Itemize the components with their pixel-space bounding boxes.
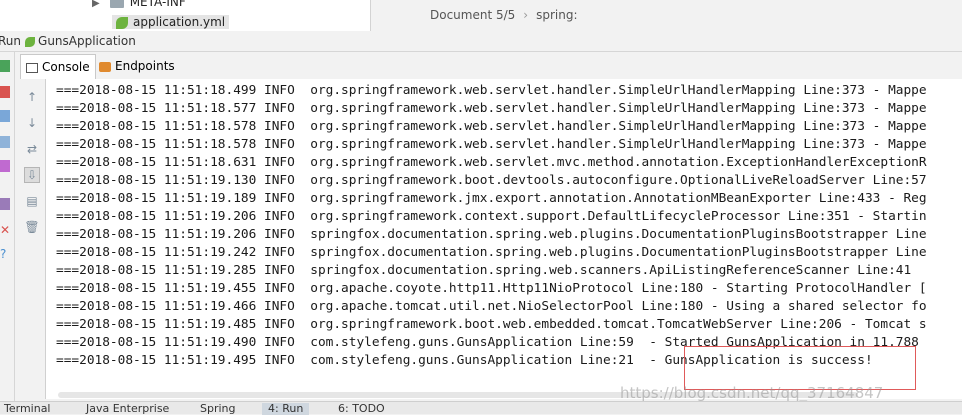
breadcrumb-item[interactable]: spring: bbox=[536, 8, 577, 22]
log-line: ===2018-08-15 11:51:19.206 INFO springfo… bbox=[56, 227, 927, 242]
spring-boot-icon bbox=[25, 36, 36, 47]
run-actions-toolbar: ✕ ? bbox=[0, 52, 15, 413]
tab-console[interactable]: Console bbox=[20, 54, 96, 79]
scroll-to-end-icon[interactable]: ⇩ bbox=[24, 167, 40, 183]
tool-tab-spring[interactable]: Spring bbox=[200, 403, 236, 415]
project-tree: ▶ META-INF application.yml bbox=[0, 0, 371, 31]
log-line: ===2018-08-15 11:51:19.455 INFO org.apac… bbox=[56, 281, 927, 296]
restore-layout-icon[interactable] bbox=[0, 110, 10, 122]
log-line: ===2018-08-15 11:51:18.578 INFO org.spri… bbox=[56, 137, 927, 152]
document-position: Document 5/5 bbox=[430, 8, 516, 22]
clear-all-icon[interactable]: 🗑 bbox=[24, 219, 40, 235]
run-label: Run bbox=[0, 34, 22, 48]
tab-endpoints[interactable]: Endpoints bbox=[94, 54, 180, 78]
scroll-down-icon[interactable]: ↓ bbox=[24, 115, 40, 131]
console-toolbar: ↑ ↓ ⇄ ⇩ ▤ 🗑 bbox=[19, 79, 46, 399]
close-icon[interactable]: ✕ bbox=[0, 224, 10, 236]
run-config-name[interactable]: GunsApplication bbox=[38, 34, 136, 48]
watermark: https://blog.csdn.net/qq_37164847 bbox=[620, 384, 884, 402]
tool-tab-run[interactable]: 4: Run bbox=[262, 403, 310, 415]
log-line: ===2018-08-15 11:51:18.499 INFO org.spri… bbox=[56, 83, 927, 98]
breadcrumb-separator-icon: › bbox=[523, 8, 529, 22]
top-strip: ▶ META-INF application.yml Document 5/5 › s… bbox=[0, 0, 962, 32]
editor-breadcrumb: Document 5/5 › spring: bbox=[430, 0, 578, 31]
spring-leaf-icon bbox=[116, 16, 128, 29]
log-line: ===2018-08-15 11:51:19.485 INFO org.spri… bbox=[56, 317, 927, 332]
expand-arrow-icon[interactable]: ▶ bbox=[92, 0, 100, 9]
tool-tab-java-enterprise[interactable]: Java Enterprise bbox=[86, 403, 169, 415]
log-line: ===2018-08-15 11:51:19.285 INFO springfo… bbox=[56, 263, 912, 278]
settings-icon[interactable] bbox=[0, 198, 10, 210]
scroll-up-icon[interactable]: ↑ bbox=[24, 89, 40, 105]
log-line: ===2018-08-15 11:51:19.206 INFO org.spri… bbox=[56, 209, 927, 224]
rerun-icon[interactable] bbox=[0, 60, 10, 72]
tree-item-meta-inf[interactable]: ▶ META-INF bbox=[92, 0, 186, 9]
log-line: ===2018-08-15 11:51:19.130 INFO org.spri… bbox=[56, 173, 927, 188]
endpoints-icon bbox=[99, 61, 111, 72]
log-line: ===2018-08-15 11:51:19.189 INFO org.spri… bbox=[56, 191, 927, 206]
console-icon bbox=[26, 62, 38, 73]
tree-item-label: META-INF bbox=[129, 0, 186, 9]
tab-label: Endpoints bbox=[115, 59, 175, 73]
tool-window-bar: Terminal Java Enterprise Spring 4: Run 6… bbox=[0, 401, 962, 415]
log-line: ===2018-08-15 11:51:19.242 INFO springfo… bbox=[56, 245, 927, 260]
stop-icon[interactable] bbox=[0, 86, 10, 98]
camera-icon[interactable] bbox=[0, 136, 10, 148]
folder-icon bbox=[109, 0, 124, 8]
log-line: ===2018-08-15 11:51:18.577 INFO org.spri… bbox=[56, 101, 927, 116]
tool-tab-todo[interactable]: 6: TODO bbox=[338, 403, 385, 415]
print-icon[interactable]: ▤ bbox=[24, 193, 40, 209]
tree-item-application-yml[interactable]: application.yml bbox=[112, 15, 230, 29]
tab-label: Console bbox=[42, 60, 90, 74]
help-icon[interactable]: ? bbox=[0, 248, 10, 260]
log-line: ===2018-08-15 11:51:18.631 INFO org.spri… bbox=[56, 155, 927, 170]
exit-icon[interactable] bbox=[0, 160, 10, 172]
log-line: ===2018-08-15 11:51:18.578 INFO org.spri… bbox=[56, 119, 927, 134]
run-panel-title: Run GunsApplication bbox=[0, 31, 962, 52]
tool-tab-terminal[interactable]: Terminal bbox=[4, 403, 51, 415]
soft-wrap-icon[interactable]: ⇄ bbox=[24, 141, 40, 157]
run-tabs: Console Endpoints bbox=[20, 52, 962, 80]
tree-item-label: application.yml bbox=[133, 15, 226, 29]
log-line: ===2018-08-15 11:51:19.466 INFO org.apac… bbox=[56, 299, 927, 314]
console-output[interactable]: ===2018-08-15 11:51:18.499 INFO org.spri… bbox=[46, 79, 962, 399]
